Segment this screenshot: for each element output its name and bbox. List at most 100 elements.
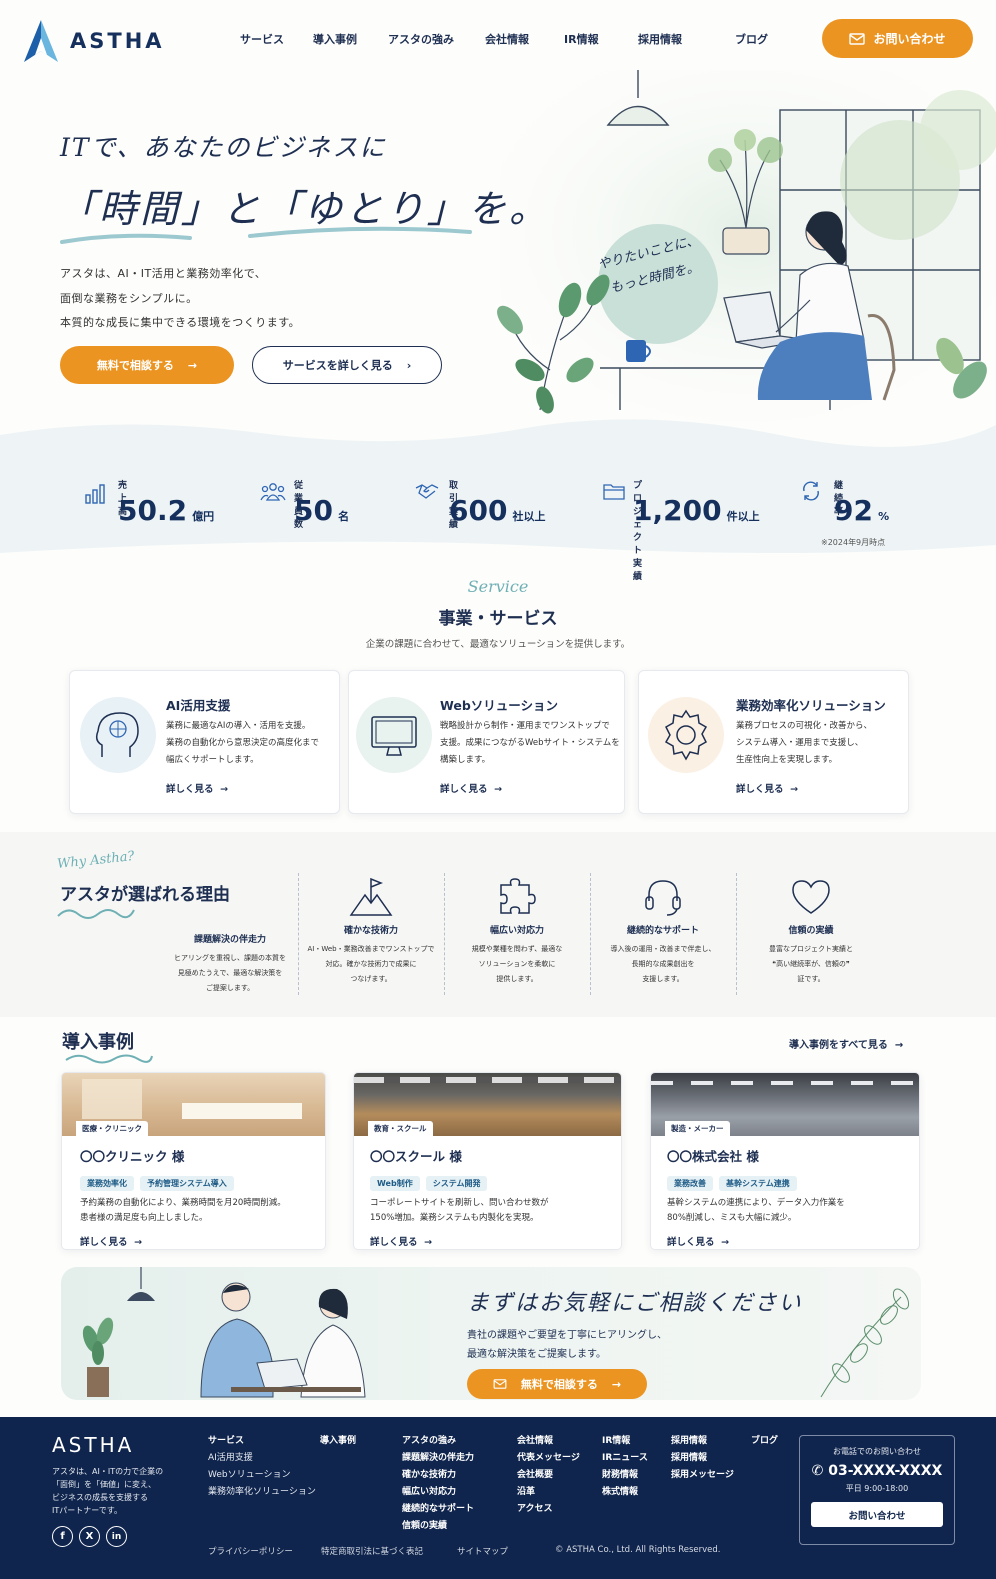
footer-ir-item[interactable]: 株式情報: [602, 1484, 648, 1501]
footer: ASTHA アスタは、AI・ITの力で企業の 「面倒」を「価値」に変え、 ビジネ…: [0, 1417, 996, 1579]
header-contact-button[interactable]: お問い合わせ: [822, 19, 973, 58]
reason-5-title: 信頼の実績: [788, 926, 834, 936]
nav-blog[interactable]: ブログ: [735, 31, 768, 47]
mail-icon: [849, 32, 866, 45]
footer-privacy-link[interactable]: プライバシーポリシー: [208, 1545, 293, 1557]
stat-retention-value: 92: [834, 494, 873, 527]
case-school-tag-1: Web制作: [370, 1176, 420, 1191]
reason-1-desc-1: ヒアリングを重視し、課題の本質を: [174, 954, 286, 962]
footer-strength-item[interactable]: 確かな技術力: [402, 1467, 474, 1484]
case-company-tag-1: 業務改善: [667, 1176, 713, 1191]
footer-company-item[interactable]: アクセス: [517, 1501, 580, 1518]
footer-strength-head[interactable]: アスタの強み: [402, 1433, 474, 1446]
footer-sitemap-link[interactable]: サイトマップ: [457, 1545, 508, 1557]
x-icon[interactable]: X: [79, 1526, 100, 1547]
footer-recruit-item[interactable]: 採用情報: [671, 1450, 734, 1467]
service-ai-desc-2: 業務の自動化から意思決定の高度化まで: [166, 738, 320, 748]
service-efficiency-link[interactable]: 詳しく見る →: [736, 781, 798, 795]
stat-projects-value: 1,200: [633, 494, 722, 527]
nav-cases[interactable]: 導入事例: [313, 31, 357, 47]
footer-contact-button[interactable]: お問い合わせ: [811, 1502, 943, 1527]
footer-strength-item[interactable]: 課題解決の伴走力: [402, 1450, 474, 1467]
cases-all-link-label: 導入事例をすべて見る: [789, 1040, 888, 1051]
service-ai-link[interactable]: 詳しく見る →: [166, 781, 228, 795]
case-school-link-label: 詳しく見る: [370, 1237, 418, 1248]
footer-service-item[interactable]: Webソリューション: [208, 1467, 316, 1484]
footer-strength-item[interactable]: 信頼の実績: [402, 1518, 474, 1535]
nav-service[interactable]: サービス: [240, 31, 284, 47]
case-card-clinic[interactable]: 医療・クリニック 〇〇クリニック 様 業務効率化 予約管理システム導入 予約業務の…: [61, 1072, 326, 1250]
reason-1-desc: ヒアリングを重視し、課題の本質を 見極めたうえで、最適な解決策を ご提案します。: [162, 951, 298, 996]
header-contact-label: お問い合わせ: [873, 32, 946, 46]
service-card-web[interactable]: Webソリューション 戦略設計から制作・運用までワンストップで 支援。成果につな…: [348, 670, 625, 814]
mail-icon: [493, 1379, 507, 1389]
cases-all-link[interactable]: 導入事例をすべて見る →: [789, 1036, 903, 1051]
stat-sales-value: 50.2: [118, 494, 188, 527]
service-efficiency-desc-1: 業務プロセスの可視化・改善から、: [736, 721, 873, 731]
footer-ir-item[interactable]: 財務情報: [602, 1467, 648, 1484]
footer-strength-item[interactable]: 幅広い対応力: [402, 1484, 474, 1501]
facebook-icon[interactable]: f: [52, 1526, 73, 1547]
footer-contact-phone[interactable]: 03-XXXX-XXXX: [828, 1463, 942, 1479]
hero-services-button[interactable]: サービスを詳しく見る ›: [252, 346, 442, 384]
reason-4-desc-1: 導入後の運用・改善まで伴走し、: [610, 945, 716, 953]
footer-company-item[interactable]: 沿革: [517, 1484, 580, 1501]
case-clinic-desc: 予約業務の自動化により、業務時間を月20時間削減。 患者様の満足度も向上しました…: [80, 1196, 309, 1226]
nav-recruit[interactable]: 採用情報: [638, 31, 682, 47]
hero-headline-1: ITで、あなたのビジネスに: [60, 133, 387, 162]
footer-service-head[interactable]: サービス: [208, 1433, 316, 1446]
footer-logo[interactable]: ASTHA: [52, 1433, 134, 1457]
phone-icon: ✆: [811, 1463, 829, 1479]
footer-blog-head[interactable]: ブログ: [751, 1433, 778, 1446]
footer-strength-item[interactable]: 継続的なサポート: [402, 1501, 474, 1518]
arrow-right-icon: →: [490, 784, 503, 795]
reason-3-desc: 規模や業種を問わず、最適な ソリューションを柔軟に 提供します。: [447, 942, 587, 987]
footer-contact-box: お電話でのお問い合わせ ✆ 03-XXXX-XXXX 平日 9:00-18:00…: [799, 1435, 955, 1545]
case-school-desc-1: コーポレートサイトを刷新し、問い合わせ数が: [370, 1198, 549, 1208]
reason-divider: [298, 873, 299, 995]
footer-company-head[interactable]: 会社情報: [517, 1433, 580, 1446]
hero-paragraph-3: 本質的な成長に集中できる環境をつくります。: [60, 316, 301, 329]
service-web-desc-1: 戦略設計から制作・運用までワンストップで: [440, 721, 610, 731]
service-card-efficiency[interactable]: 業務効率化ソリューション 業務プロセスの可視化・改善から、 システム導入・運用ま…: [638, 670, 909, 814]
monitor-icon: [356, 697, 432, 773]
footer-recruit-item[interactable]: 採用メッセージ: [671, 1467, 734, 1484]
footer-service-item[interactable]: AI活用支援: [208, 1450, 316, 1467]
nav-company[interactable]: 会社情報: [485, 31, 529, 47]
cases-title: 導入事例: [62, 1032, 134, 1053]
hero-paragraph-2: 面倒な業務をシンプルに。: [60, 292, 198, 305]
footer-contact-hours: 平日 9:00-18:00: [845, 1484, 909, 1493]
case-company-desc: 基幹システムの連携により、データ入力作業を 80%削減し、ミスも大幅に減少。: [667, 1196, 903, 1226]
nav-strengths[interactable]: アスタの強み: [388, 31, 454, 47]
gear-icon: [648, 697, 724, 773]
cta-desc-2: 最適な解決策をご提案します。: [467, 1349, 606, 1360]
service-web-link[interactable]: 詳しく見る →: [440, 781, 502, 795]
case-card-school[interactable]: 教育・スクール 〇〇スクール 様 Web制作 システム開発 コーポレートサイトを刷…: [353, 1072, 622, 1250]
case-company-link[interactable]: 詳しく見る →: [667, 1234, 903, 1248]
footer-ir-head[interactable]: IR情報: [602, 1433, 648, 1446]
case-school-link[interactable]: 詳しく見る →: [370, 1234, 605, 1248]
flag-mountain-icon: [301, 875, 441, 923]
cta-consult-button[interactable]: 無料で相談する →: [467, 1369, 647, 1399]
linkedin-icon[interactable]: in: [106, 1526, 127, 1547]
nav-ir[interactable]: IR情報: [564, 31, 599, 47]
hero-consult-button[interactable]: 無料で相談する →: [60, 346, 234, 384]
footer-ir-item[interactable]: IRニュース: [602, 1450, 648, 1467]
footer-company-item[interactable]: 代表メッセージ: [517, 1450, 580, 1467]
footer-col-recruit: 採用情報 採用情報 採用メッセージ: [671, 1433, 734, 1484]
footer-company-item[interactable]: 会社概要: [517, 1467, 580, 1484]
logo[interactable]: ASTHA: [22, 18, 165, 64]
footer-copyright: © ASTHA Co., Ltd. All Rights Reserved.: [555, 1545, 721, 1555]
case-card-company[interactable]: 製造・メーカー 〇〇株式会社 様 業務改善 基幹システム連携 基幹システムの連携に…: [650, 1072, 920, 1250]
reason-2-title: 確かな技術力: [343, 926, 398, 936]
footer-service-item[interactable]: 業務効率化ソリューション: [208, 1484, 316, 1501]
service-card-ai[interactable]: AI活用支援 業務に最適なAIの導入・活用を支援。 業務の自動化から意思決定の高…: [69, 670, 340, 814]
footer-cases-head[interactable]: 導入事例: [320, 1433, 356, 1446]
case-clinic-link[interactable]: 詳しく見る →: [80, 1234, 309, 1248]
footer-commerce-link[interactable]: 特定商取引法に基づく表記: [321, 1545, 423, 1557]
service-ai-title: AI活用支援: [166, 698, 231, 713]
case-image-clinic: 医療・クリニック: [62, 1073, 325, 1136]
footer-recruit-head[interactable]: 採用情報: [671, 1433, 734, 1446]
footer-about-1: アスタは、AI・ITの力で企業の: [52, 1467, 164, 1476]
reason-1-desc-3: ご提案します。: [205, 984, 255, 992]
